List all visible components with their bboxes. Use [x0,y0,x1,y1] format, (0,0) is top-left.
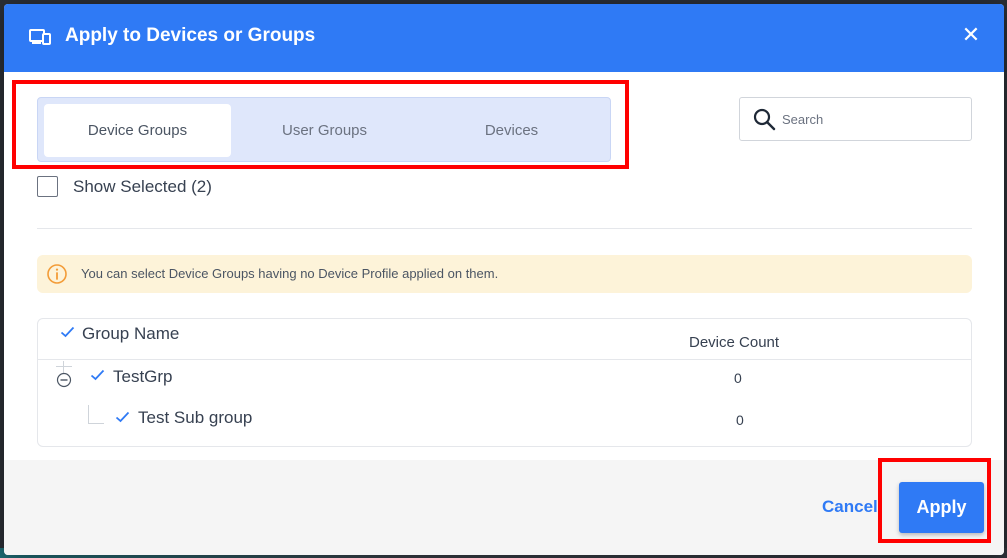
show-selected-toggle: Show Selected (2) [37,176,212,197]
row-device-count: 0 [736,412,744,428]
devices-icon [29,29,51,45]
tree-connector [88,423,104,424]
show-selected-checkbox[interactable] [37,176,58,197]
info-icon [47,264,67,284]
row-check-icon[interactable] [115,411,130,423]
select-all-check-icon[interactable] [60,326,75,338]
tab-bar: Device Groups User Groups Devices [37,97,611,162]
tab-device-groups[interactable]: Device Groups [44,104,231,157]
row-group-name[interactable]: Test Sub group [138,408,252,428]
close-icon: ✕ [961,22,981,47]
groups-table: Group Name Device Count TestGrp 0 Test S… [37,318,972,447]
column-header-group-name[interactable]: Group Name [82,324,179,344]
show-selected-label: Show Selected (2) [73,176,212,196]
row-group-name[interactable]: TestGrp [113,367,173,387]
tree-connector [88,405,89,423]
row-device-count: 0 [734,370,742,386]
apply-button[interactable]: Apply [899,482,984,533]
dialog-header: Apply to Devices or Groups ✕ [4,4,1004,72]
close-button[interactable]: ✕ [958,22,984,48]
row-check-icon[interactable] [90,369,105,381]
dialog-title: Apply to Devices or Groups [65,25,316,46]
info-text: You can select Device Groups having no D… [81,266,499,281]
apply-dialog: Apply to Devices or Groups ✕ Device Grou… [4,4,1004,555]
tab-user-groups[interactable]: User Groups [231,104,418,157]
tab-devices[interactable]: Devices [418,104,605,157]
search-icon [753,108,776,131]
info-banner: You can select Device Groups having no D… [37,255,972,293]
search-input[interactable] [782,106,962,132]
collapse-icon[interactable] [56,372,72,388]
cancel-button[interactable]: Cancel [822,497,878,517]
search-box [739,97,972,141]
divider [37,228,972,229]
column-header-device-count[interactable]: Device Count [689,334,779,351]
table-header-divider [38,359,971,360]
tree-connector [56,366,72,367]
